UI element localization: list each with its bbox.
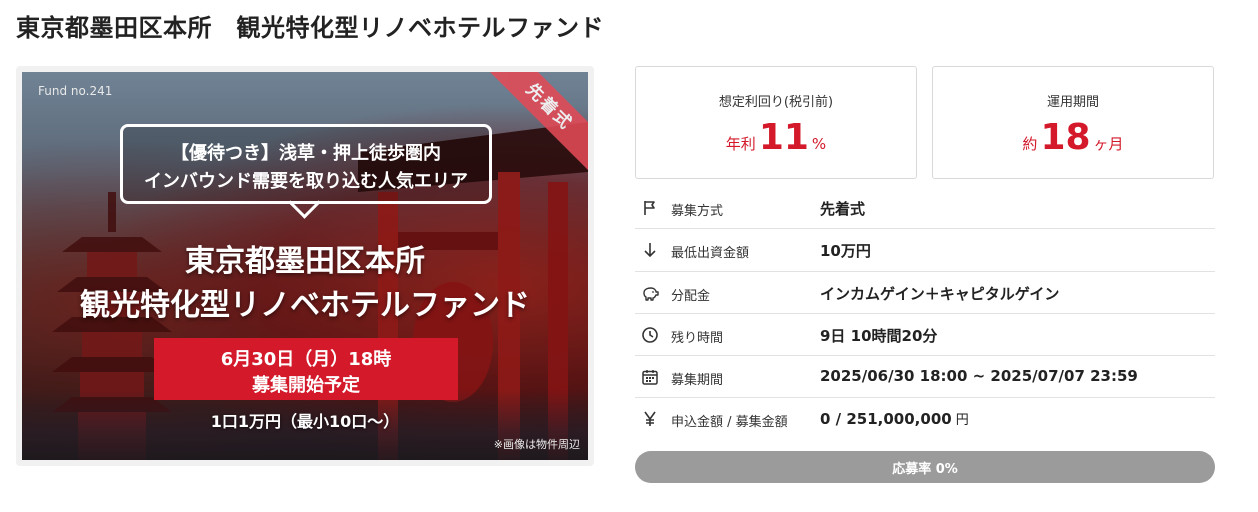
amount-unit: 円 [955, 413, 969, 429]
page-title: 東京都墨田区本所 観光特化型リノベホテルファンド [16, 14, 604, 42]
hero-title-line-2: 観光特化型リノベホテルファンド [80, 288, 530, 323]
info-label: 申込金額 / 募集金額 [671, 415, 788, 431]
start-date: 6月30日（月）18時 [220, 349, 392, 370]
info-label: 分配金 [671, 288, 711, 304]
info-value: 2025/06/30 18:00 ~ 2025/07/07 23:59 [820, 367, 1138, 386]
info-row-distribution: 分配金 インカムゲイン＋キャピタルゲイン [635, 272, 1215, 314]
clock-icon [642, 327, 658, 343]
info-row-recruitment-method: 募集方式 先着式 [635, 187, 1215, 230]
yield-prefix: 年利 [725, 135, 756, 153]
period-card: 運用期間 約18 ヶ月 [932, 66, 1214, 179]
info-value: インカムゲイン＋キャピタルゲイン [820, 284, 1060, 303]
piggy-bank-icon [643, 286, 659, 301]
start-date-caption: 募集開始予定 [252, 375, 360, 396]
image-disclaimer: ※画像は物件周辺 [493, 438, 580, 451]
period-prefix: 約 [1022, 135, 1038, 153]
start-date-band: 6月30日（月）18時 募集開始予定 [154, 338, 458, 400]
info-value: 9日 10時間20分 [820, 326, 938, 345]
unit-price-note: 1口1万円（最小10口〜） [210, 412, 400, 431]
period-value: 約18 ヶ月 [933, 117, 1213, 158]
fund-hero-image[interactable]: Fund no.241 先着式 【優待つき】浅草・押上徒歩圏内 インバウンド需要… [16, 66, 594, 466]
application-rate-label: 応募率 0% [892, 462, 958, 477]
info-value: 0 / 251,000,000 円 [820, 409, 969, 428]
amount-value: 0 / 251,000,000 [820, 410, 952, 429]
yield-label: 想定利回り(税引前) [718, 95, 834, 110]
info-row-minimum-investment: 最低出資金額 10万円 [635, 229, 1215, 272]
fund-number: Fund no.241 [38, 84, 113, 98]
callout-line-1: 【優待つき】浅草・押上徒歩圏内 [171, 143, 441, 164]
yield-card: 想定利回り(税引前) 年利11% [635, 66, 917, 179]
info-label: 残り時間 [671, 330, 724, 346]
info-label: 募集方式 [671, 204, 724, 219]
info-label: 最低出資金額 [671, 246, 750, 262]
info-label: 募集期間 [671, 373, 724, 389]
yen-icon [644, 412, 656, 427]
yield-value: 年利11% [636, 117, 916, 158]
period-suffix: ヶ月 [1093, 135, 1124, 153]
calendar-icon [642, 370, 658, 385]
info-value: 10万円 [820, 242, 871, 261]
yield-number: 11 [758, 117, 809, 158]
fund-info-table: 募集方式 先着式 最低出資金額 10万円 分配金 インカムゲイン＋キャピタルゲイ… [635, 187, 1215, 441]
yield-suffix: % [811, 135, 827, 153]
flag-icon [644, 201, 655, 215]
period-number: 18 [1040, 117, 1091, 158]
info-row-remaining-time: 残り時間 9日 10時間20分 [635, 314, 1215, 357]
period-label: 運用期間 [1046, 95, 1099, 110]
info-value: 先着式 [820, 200, 866, 218]
arrow-down-icon [644, 243, 656, 258]
application-rate-bar: 応募率 0% [635, 451, 1215, 483]
info-row-recruitment-period: 募集期間 2025/06/30 18:00 ~ 2025/07/07 23:59 [635, 356, 1215, 399]
hero-title-line-1: 東京都墨田区本所 [185, 244, 425, 279]
info-row-amount: 申込金額 / 募集金額 0 / 251,000,000 円 [635, 398, 1215, 440]
callout-line-2: インバウンド需要を取り込む人気エリア [144, 171, 468, 192]
callout-box: 【優待つき】浅草・押上徒歩圏内 インバウンド需要を取り込む人気エリア [120, 124, 492, 204]
